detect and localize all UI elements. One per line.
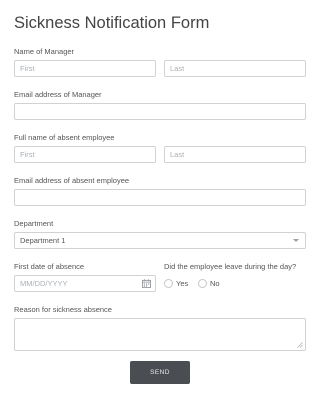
manager-last-name-input[interactable]: Last: [164, 60, 306, 77]
manager-email-input[interactable]: [14, 103, 306, 120]
manager-first-name-input[interactable]: First: [14, 60, 156, 77]
employee-name-label: Full name of absent employee: [14, 133, 115, 142]
send-button[interactable]: SEND: [130, 361, 190, 384]
first-date-placeholder: MM/DD/YYYY: [20, 279, 68, 288]
manager-name-label: Name of Manager: [14, 47, 75, 56]
employee-last-name-input[interactable]: Last: [164, 146, 306, 163]
department-selected-value: Department 1: [20, 236, 66, 245]
chevron-down-icon: [293, 239, 299, 242]
no-radio-label[interactable]: No: [210, 279, 220, 288]
resize-handle-icon[interactable]: [297, 342, 303, 348]
employee-email-input[interactable]: [14, 189, 306, 206]
first-date-input[interactable]: MM/DD/YYYY: [14, 275, 156, 292]
calendar-icon[interactable]: [142, 279, 151, 288]
employee-first-name-input[interactable]: First: [14, 146, 156, 163]
left-during-day-label: Did the employee leave during the day?: [164, 262, 297, 271]
employee-email-label: Email address of absent employee: [14, 176, 130, 185]
reason-textarea[interactable]: [14, 318, 306, 351]
form-title: Sickness Notification Form: [14, 14, 210, 32]
department-label: Department: [14, 219, 54, 228]
no-radio[interactable]: [198, 279, 207, 288]
department-select[interactable]: Department 1: [14, 232, 306, 249]
yes-radio-label[interactable]: Yes: [176, 279, 188, 288]
manager-email-label: Email address of Manager: [14, 90, 102, 99]
yes-radio[interactable]: [164, 279, 173, 288]
first-date-label: First date of absence: [14, 262, 85, 271]
reason-label: Reason for sickness absence: [14, 305, 112, 314]
